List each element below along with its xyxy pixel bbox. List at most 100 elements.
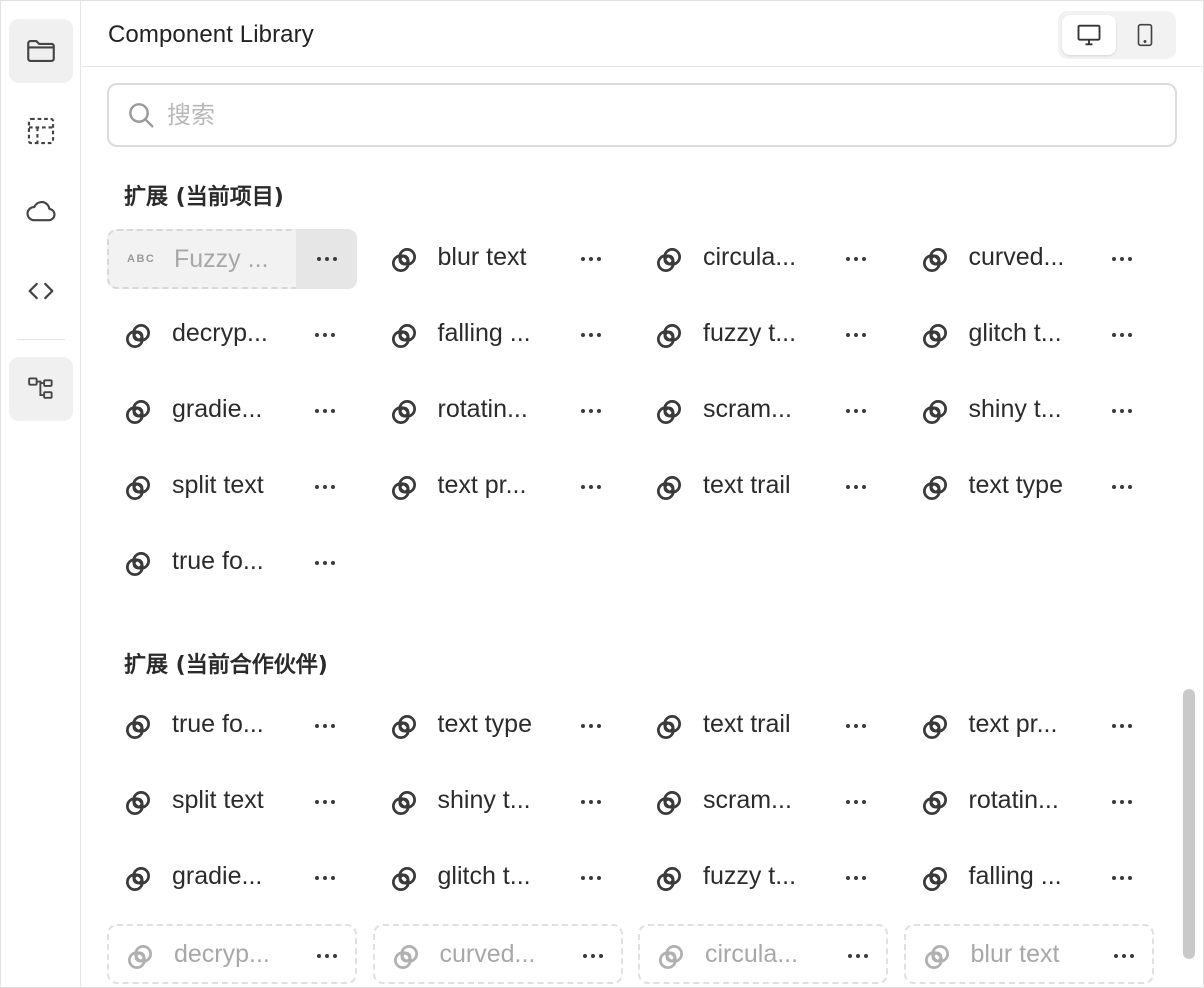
component-item[interactable]: text trail [638, 696, 888, 756]
more-options-button[interactable] [303, 313, 347, 357]
search-input[interactable] [167, 85, 1157, 145]
component-item-label: split text [172, 786, 264, 814]
desktop-view-button[interactable] [1062, 15, 1116, 55]
component-item-label: circula... [703, 243, 797, 271]
more-options-button[interactable] [569, 389, 613, 433]
page-title: Component Library [108, 21, 314, 48]
component-item[interactable]: shiny t... [904, 381, 1154, 441]
more-options-button[interactable] [303, 856, 347, 900]
component-item[interactable]: blur text [373, 229, 623, 289]
ellipsis-icon [1111, 724, 1132, 728]
more-options-button[interactable] [569, 780, 613, 824]
more-options-button[interactable] [569, 313, 613, 357]
link-rings-icon [654, 397, 684, 427]
more-options-button[interactable] [305, 934, 349, 978]
link-rings-icon [123, 549, 153, 579]
component-item[interactable]: ABC Fuzzy ... [107, 229, 357, 289]
component-item[interactable]: gradie... [107, 848, 357, 908]
more-options-button[interactable] [571, 934, 615, 978]
component-item[interactable]: text type [904, 457, 1154, 517]
more-options-button[interactable] [834, 465, 878, 509]
component-item[interactable]: fuzzy t... [638, 305, 888, 365]
more-options-button[interactable] [1100, 465, 1144, 509]
more-options-button[interactable] [1100, 704, 1144, 748]
more-options-button[interactable] [834, 313, 878, 357]
more-options-button[interactable] [569, 465, 613, 509]
component-item[interactable]: decryp... [107, 305, 357, 365]
rail-cloud-button[interactable] [9, 179, 73, 243]
more-options-button[interactable] [1100, 780, 1144, 824]
more-options-button[interactable] [1100, 389, 1144, 433]
component-item[interactable]: text pr... [904, 696, 1154, 756]
more-options-button[interactable] [569, 856, 613, 900]
component-item[interactable]: true fo... [107, 533, 357, 593]
component-item[interactable]: glitch t... [904, 305, 1154, 365]
rail-hierarchy-button[interactable] [9, 357, 73, 421]
more-options-button[interactable] [1100, 237, 1144, 281]
ellipsis-icon [315, 561, 335, 565]
component-item-label: blur text [970, 940, 1060, 968]
component-item[interactable]: shiny t... [373, 772, 623, 832]
more-options-button[interactable] [303, 541, 347, 585]
component-item[interactable]: split text [107, 772, 357, 832]
more-options-button[interactable] [834, 237, 878, 281]
ellipsis-icon [315, 876, 335, 880]
more-options-button[interactable] [836, 934, 880, 978]
component-item[interactable]: scram... [638, 381, 888, 441]
ellipsis-icon [580, 333, 601, 337]
more-options-button[interactable] [303, 465, 347, 509]
link-rings-icon [123, 321, 153, 351]
component-item[interactable]: true fo... [107, 696, 357, 756]
component-item[interactable]: decryp... [107, 924, 357, 984]
more-options-button[interactable] [834, 780, 878, 824]
link-rings-icon [123, 864, 153, 894]
more-options-button[interactable] [303, 780, 347, 824]
component-item[interactable]: scram... [638, 772, 888, 832]
link-rings-icon [920, 788, 950, 818]
folder-icon [27, 40, 55, 62]
component-item[interactable]: circula... [638, 924, 888, 984]
component-item[interactable]: falling ... [904, 848, 1154, 908]
component-item[interactable]: split text [107, 457, 357, 517]
component-item-label: gradie... [172, 862, 263, 890]
component-item[interactable]: falling ... [373, 305, 623, 365]
dashed-frame-icon [27, 117, 55, 145]
component-item-label: text type [437, 710, 533, 738]
component-item[interactable]: text trail [638, 457, 888, 517]
more-options-button[interactable] [834, 856, 878, 900]
component-item[interactable]: blur text [903, 924, 1154, 984]
link-rings-icon [654, 321, 684, 351]
mobile-view-button[interactable] [1118, 15, 1172, 55]
more-options-button[interactable] [834, 704, 878, 748]
component-item[interactable]: glitch t... [373, 848, 623, 908]
more-options-button[interactable] [1102, 934, 1146, 978]
scrollbar-thumb[interactable] [1183, 689, 1195, 959]
more-options-button[interactable] [303, 389, 347, 433]
component-item[interactable]: rotatin... [904, 772, 1154, 832]
component-item[interactable]: fuzzy t... [638, 848, 888, 908]
component-item-label: fuzzy t... [703, 862, 797, 890]
component-item[interactable]: rotatin... [373, 381, 623, 441]
component-item[interactable]: curved... [904, 229, 1154, 289]
ellipsis-icon [1111, 333, 1132, 337]
rail-frame-button[interactable] [9, 99, 73, 163]
component-item[interactable]: text pr... [373, 457, 623, 517]
component-item[interactable]: text type [373, 696, 623, 756]
more-options-button[interactable] [569, 237, 613, 281]
ellipsis-icon [846, 800, 866, 804]
more-options-button[interactable] [1100, 856, 1144, 900]
rail-code-button[interactable] [9, 259, 73, 323]
rail-folder-button[interactable] [9, 19, 73, 83]
more-options-button[interactable] [303, 704, 347, 748]
component-item[interactable]: gradie... [107, 381, 357, 441]
more-options-button[interactable] [569, 704, 613, 748]
more-options-button[interactable] [1100, 313, 1144, 357]
component-item[interactable]: circula... [638, 229, 888, 289]
more-options-button[interactable] [834, 389, 878, 433]
component-item-label: scram... [703, 786, 792, 814]
component-item-label: text pr... [968, 710, 1058, 738]
component-item[interactable]: curved... [372, 924, 623, 984]
more-options-button[interactable] [296, 229, 357, 289]
abc-text-icon: ABC [127, 253, 156, 265]
ellipsis-icon [1111, 409, 1132, 413]
